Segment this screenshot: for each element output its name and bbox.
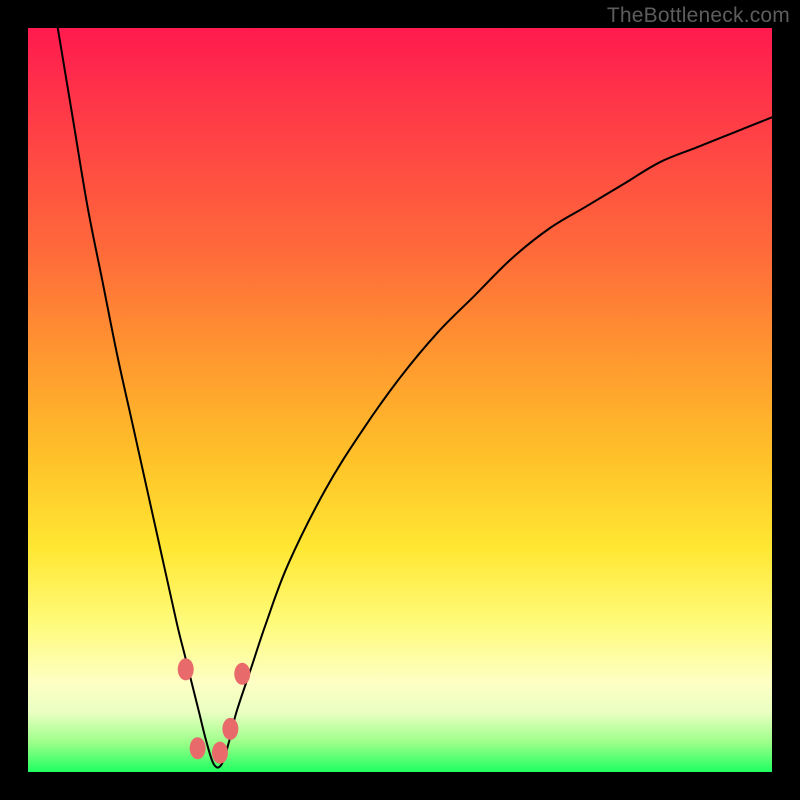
curve-marker	[212, 742, 228, 764]
plot-area	[28, 28, 772, 772]
curve-marker	[234, 663, 250, 685]
plot-svg	[28, 28, 772, 772]
curve-marker	[190, 737, 206, 759]
watermark-text: TheBottleneck.com	[607, 4, 790, 28]
curve-markers	[178, 658, 251, 763]
curve-marker	[178, 658, 194, 680]
curve-marker	[222, 718, 238, 740]
chart-frame: TheBottleneck.com	[0, 0, 800, 800]
bottleneck-curve	[58, 28, 772, 768]
